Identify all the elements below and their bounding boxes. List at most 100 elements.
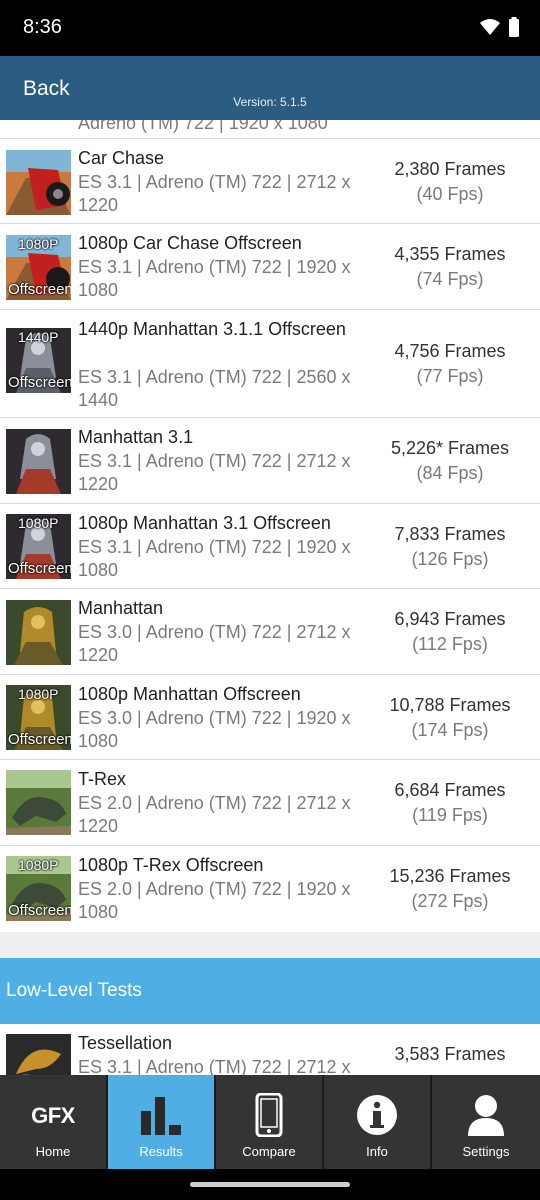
test-title: Manhattan bbox=[78, 598, 164, 618]
resolution-badge: 1080P bbox=[18, 515, 59, 531]
nav-label: Info bbox=[366, 1144, 388, 1159]
bottom-nav: GFX Home Results Compare Info Settings bbox=[0, 1075, 540, 1169]
test-row[interactable]: Car Chase ES 3.1 | Adreno (TM) 722 | 271… bbox=[0, 139, 540, 224]
wifi-icon bbox=[480, 19, 500, 35]
test-row[interactable]: 1080P Offscreen 1080p Car Chase Offscree… bbox=[0, 224, 540, 310]
test-thumbnail: 1080P Offscreen bbox=[6, 235, 71, 300]
test-title: Manhattan 3.1 bbox=[78, 427, 194, 447]
version-label: Version: 5.1.5 bbox=[233, 95, 307, 109]
status-icons bbox=[480, 17, 520, 37]
section-title: Low-Level Tests bbox=[6, 980, 142, 1001]
test-details: ES 3.0 | Adreno (TM) 722 | 1920 x 1080 bbox=[78, 708, 351, 751]
test-score: 4,355 Frames bbox=[394, 244, 506, 264]
test-score: 2,380 Frames bbox=[394, 159, 506, 179]
test-fps: (77 Fps) bbox=[416, 366, 484, 386]
test-title: T-Rex bbox=[78, 769, 127, 789]
battery-icon bbox=[509, 17, 519, 37]
offscreen-badge: Offscreen bbox=[8, 560, 71, 577]
offscreen-badge: Offscreen bbox=[8, 281, 71, 298]
test-row[interactable]: Manhattan ES 3.0 | Adreno (TM) 722 | 271… bbox=[0, 589, 540, 675]
test-title: 1080p Car Chase Offscreen bbox=[78, 233, 302, 253]
offscreen-badge: Offscreen bbox=[8, 374, 71, 391]
tessellation-image bbox=[6, 1034, 71, 1075]
nav-label: Settings bbox=[462, 1144, 510, 1159]
test-thumbnail: 1080P Offscreen bbox=[6, 514, 71, 579]
gfx-logo-icon: GFX bbox=[31, 1103, 75, 1128]
test-thumbnail: 1080P Offscreen bbox=[6, 685, 71, 750]
nav-label: Home bbox=[35, 1144, 71, 1159]
test-details: ES 3.1 | Adreno (TM) 722 | 1920 x 1080 bbox=[78, 537, 351, 580]
test-fps: (40 Fps) bbox=[416, 184, 484, 204]
test-title: Tessellation bbox=[78, 1033, 173, 1053]
test-score: 6,684 Frames bbox=[394, 780, 506, 800]
test-fps: (174 Fps) bbox=[411, 720, 489, 740]
test-row[interactable]: Tessellation ES 3.1 | Adreno (TM) 722 | … bbox=[0, 1024, 540, 1075]
section-divider bbox=[0, 932, 540, 958]
home-indicator[interactable] bbox=[190, 1182, 350, 1187]
test-score: 15,236 Frames bbox=[389, 866, 511, 886]
nav-settings[interactable]: Settings bbox=[432, 1075, 540, 1169]
nav-home[interactable]: GFX Home bbox=[0, 1075, 108, 1169]
test-score: 4,756 Frames bbox=[394, 341, 506, 361]
test-details: ES 3.1 | Adreno (TM) 722 | 2712 x 1220 bbox=[78, 172, 351, 215]
test-row[interactable]: 1080P Offscreen 1080p T-Rex Offscreen ES… bbox=[0, 846, 540, 932]
test-thumbnail bbox=[6, 770, 71, 835]
test-details: ES 3.1 | Adreno (TM) 722 | 2712 x 1220 bbox=[78, 451, 351, 494]
test-thumbnail bbox=[6, 1034, 71, 1075]
test-title: 1080p Manhattan Offscreen bbox=[78, 684, 301, 704]
test-row[interactable]: 1080P Offscreen 1080p Manhattan Offscree… bbox=[0, 675, 540, 760]
test-fps: (126 Fps) bbox=[411, 549, 489, 569]
results-list[interactable]: Adreno (TM) 722 | 1920 x 1080 Car Chase … bbox=[0, 120, 540, 1075]
test-details: Adreno (TM) 722 | 1920 x 1080 bbox=[78, 120, 328, 133]
test-title: Car Chase bbox=[78, 148, 165, 168]
test-score: 10,788 Frames bbox=[389, 695, 511, 715]
test-fps: (272 Fps) bbox=[411, 891, 489, 911]
resolution-badge: 1440P bbox=[18, 329, 59, 345]
test-details: ES 3.0 | Adreno (TM) 722 | 2712 x 1220 bbox=[78, 622, 351, 665]
nav-compare[interactable]: Compare bbox=[216, 1075, 324, 1169]
gesture-bar bbox=[0, 1169, 540, 1200]
test-row[interactable]: 1080P Offscreen 1080p Manhattan 3.1 Offs… bbox=[0, 504, 540, 589]
resolution-badge: 1080P bbox=[18, 857, 59, 873]
test-thumbnail bbox=[6, 150, 71, 215]
test-fps: (119 Fps) bbox=[412, 805, 488, 825]
offscreen-badge: Offscreen bbox=[8, 902, 71, 919]
low-level-section-header: Low-Level Tests bbox=[0, 958, 540, 1024]
test-title: 1080p Manhattan 3.1 Offscreen bbox=[78, 513, 331, 533]
info-icon bbox=[357, 1095, 397, 1135]
test-details: ES 2.0 | Adreno (TM) 722 | 2712 x 1220 bbox=[78, 793, 351, 836]
test-details: ES 2.0 | Adreno (TM) 722 | 1920 x 1080 bbox=[78, 879, 351, 922]
trex-image bbox=[6, 770, 71, 835]
test-details: ES 3.1 | Adreno (TM) 722 | 1920 x 1080 bbox=[78, 257, 351, 300]
test-score: 5,226* Frames bbox=[390, 438, 510, 458]
offscreen-badge: Offscreen bbox=[8, 731, 71, 748]
user-icon bbox=[468, 1095, 504, 1136]
test-row[interactable]: Manhattan 3.1 ES 3.1 | Adreno (TM) 722 |… bbox=[0, 418, 540, 504]
bar-chart-icon bbox=[141, 1097, 181, 1135]
test-title: 1440p Manhattan 3.1.1 Offscreen bbox=[78, 319, 346, 339]
nav-label: Compare bbox=[242, 1144, 296, 1159]
test-title: 1080p T-Rex Offscreen bbox=[78, 855, 264, 875]
nav-info[interactable]: Info bbox=[324, 1075, 432, 1169]
test-details: ES 3.1 | Adreno (TM) 722 | 2712 x bbox=[78, 1057, 351, 1075]
status-time: 8:36 bbox=[23, 16, 62, 38]
test-row[interactable]: 1440P Offscreen 1440p Manhattan 3.1.1 Of… bbox=[0, 310, 540, 418]
test-row[interactable]: T-Rex ES 2.0 | Adreno (TM) 722 | 2712 x … bbox=[0, 760, 540, 846]
resolution-badge: 1080P bbox=[18, 686, 59, 702]
test-details: ES 3.1 | Adreno (TM) 722 | 2560 x 1440 bbox=[78, 367, 351, 410]
test-fps: (112 Fps) bbox=[412, 634, 488, 654]
phone-icon bbox=[255, 1093, 283, 1137]
resolution-badge: 1080P bbox=[18, 236, 59, 252]
list-item-clipped[interactable]: Adreno (TM) 722 | 1920 x 1080 bbox=[0, 120, 540, 139]
nav-results[interactable]: Results bbox=[108, 1075, 216, 1169]
test-score: 3,583 Frames bbox=[394, 1044, 506, 1064]
app-header: Back Version: 5.1.5 bbox=[0, 56, 540, 120]
test-thumbnail: 1440P Offscreen bbox=[6, 328, 71, 393]
test-thumbnail bbox=[6, 429, 71, 494]
status-bar: 8:36 bbox=[0, 0, 540, 56]
test-score: 6,943 Frames bbox=[394, 609, 506, 629]
test-fps: (74 Fps) bbox=[416, 269, 484, 289]
nav-label: Results bbox=[139, 1144, 183, 1159]
test-fps: (84 Fps) bbox=[416, 463, 484, 483]
manhattan-image bbox=[6, 600, 71, 665]
